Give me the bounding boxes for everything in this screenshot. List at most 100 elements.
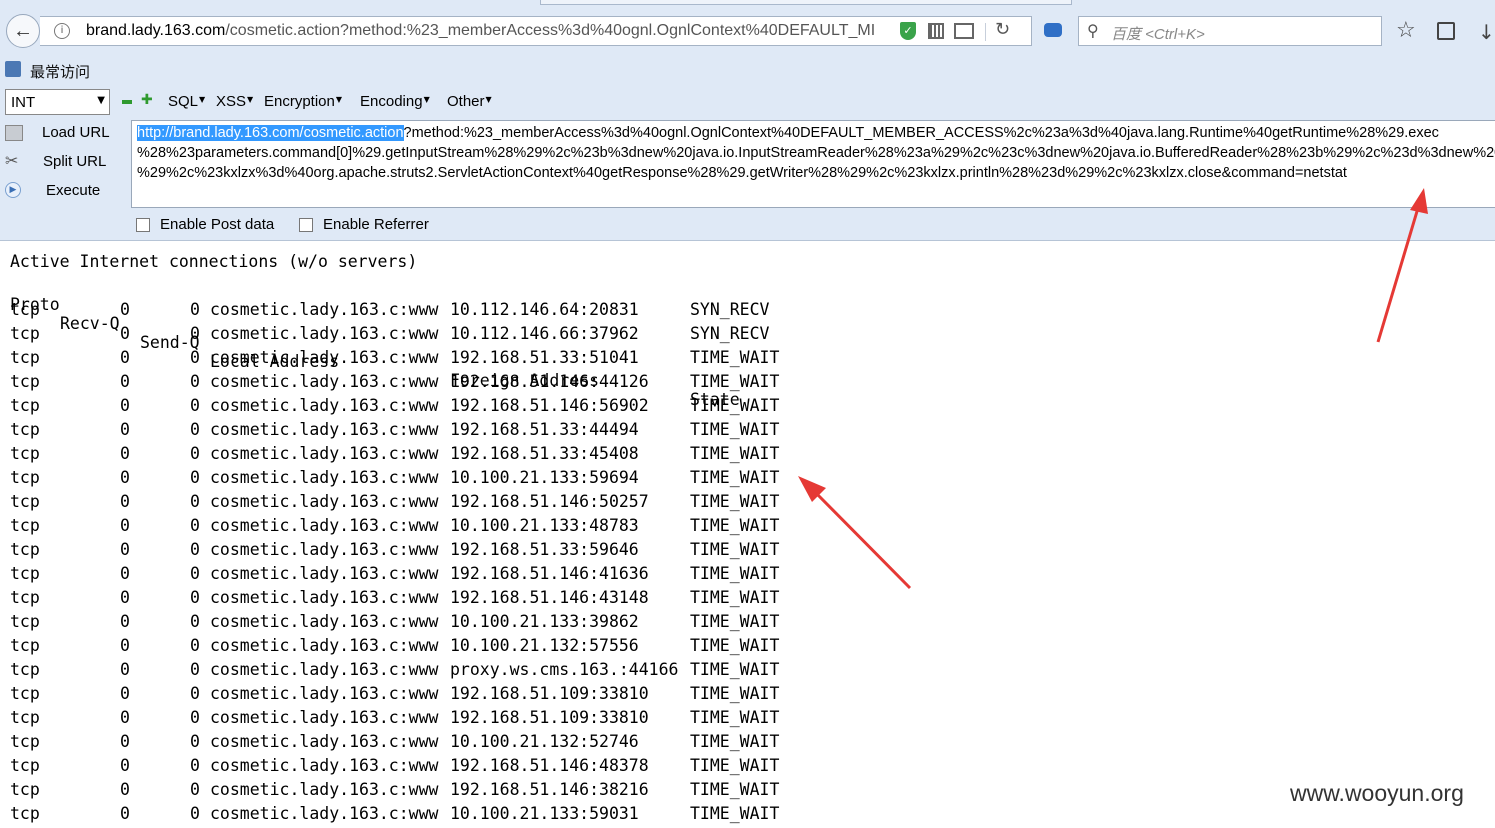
cell-local-address: cosmetic.lady.163.c:www	[210, 708, 439, 727]
menu-sql[interactable]: SQL▼	[168, 93, 205, 110]
enable-post-checkbox[interactable]: Enable Post data	[136, 216, 296, 236]
table-row: tcp 0 0 cosmetic.lady.163.c:www 192.168.51.3…	[10, 348, 810, 372]
table-row: tcp 0 0 cosmetic.lady.163.c:www 10.100.21.13…	[10, 468, 810, 492]
cell-recvq: 0	[120, 444, 130, 463]
type-select[interactable]: INT ▼	[5, 89, 110, 115]
cell-state: SYN_RECV	[690, 324, 770, 343]
cell-foreign-address: 10.100.21.132:52746	[450, 732, 639, 751]
cell-proto: tcp	[10, 348, 40, 367]
cell-recvq: 0	[120, 516, 130, 535]
cell-foreign-address: 10.112.146.66:37962	[450, 324, 639, 343]
cell-proto: tcp	[10, 444, 40, 463]
search-bar[interactable]: ⚲ 百度 <Ctrl+K>	[1078, 16, 1382, 46]
cell-state: TIME_WAIT	[690, 468, 780, 487]
cell-recvq: 0	[120, 588, 130, 607]
cell-proto: tcp	[10, 708, 40, 727]
url-path: /cosmetic.action?method:%23_memberAccess…	[225, 22, 876, 39]
cell-recvq: 0	[120, 348, 130, 367]
bookmark-star-icon[interactable]: ☆	[1396, 18, 1416, 43]
menu-xss[interactable]: XSS▼	[216, 93, 253, 110]
url-selection: http://brand.lady.163.com/cosmetic.actio…	[137, 125, 404, 141]
cell-foreign-address: 192.168.51.146:41636	[450, 564, 649, 583]
extension-icon[interactable]	[1044, 23, 1062, 37]
cell-sendq: 0	[190, 684, 200, 703]
cell-foreign-address: 192.168.51.146:48378	[450, 756, 649, 775]
cell-state: TIME_WAIT	[690, 540, 780, 559]
info-icon[interactable]: i	[54, 23, 70, 39]
address-bar[interactable]: i brand.lady.163.com/cosmetic.action?met…	[40, 16, 1032, 46]
cell-proto: tcp	[10, 612, 40, 631]
table-row: tcp 0 0 cosmetic.lady.163.c:www 192.168.51.1…	[10, 372, 810, 396]
table-row: tcp 0 0 cosmetic.lady.163.c:www 192.168.51.1…	[10, 780, 810, 804]
cell-foreign-address: 192.168.51.33:44494	[450, 420, 639, 439]
hackbar-toolbar: INT ▼ ✚ SQL▼ XSS▼ Encryption▼ Encoding▼ …	[0, 88, 1495, 116]
cell-sendq: 0	[190, 540, 200, 559]
cell-state: TIME_WAIT	[690, 756, 780, 775]
arrow-left-icon: ←	[13, 19, 33, 42]
cell-proto: tcp	[10, 468, 40, 487]
cell-proto: tcp	[10, 732, 40, 751]
reload-icon[interactable]: ↻	[995, 19, 1010, 40]
clipboard-icon[interactable]	[1437, 22, 1455, 40]
menu-other[interactable]: Other▼	[447, 93, 492, 110]
cell-foreign-address: 192.168.51.146:38216	[450, 780, 649, 799]
cell-recvq: 0	[120, 540, 130, 559]
address-text[interactable]: brand.lady.163.com/cosmetic.action?metho…	[86, 22, 876, 40]
cell-proto: tcp	[10, 588, 40, 607]
cell-sendq: 0	[190, 660, 200, 679]
plus-icon[interactable]: ✚	[141, 92, 153, 108]
table-row: tcp 0 0 cosmetic.lady.163.c:www 192.168.51.1…	[10, 396, 810, 420]
split-url-button[interactable]: ✂ Split URL	[5, 151, 125, 175]
cell-local-address: cosmetic.lady.163.c:www	[210, 348, 439, 367]
table-row: tcp 0 0 cosmetic.lady.163.c:www 192.168.51.1…	[10, 492, 810, 516]
search-icon: ⚲	[1087, 21, 1099, 40]
cell-state: TIME_WAIT	[690, 372, 780, 391]
shield-icon[interactable]: ✓	[900, 22, 916, 40]
cell-sendq: 0	[190, 516, 200, 535]
cell-foreign-address: 10.112.146.64:20831	[450, 300, 639, 319]
divider	[985, 23, 986, 41]
table-row: tcp 0 0 cosmetic.lady.163.c:www 192.168.51.1…	[10, 564, 810, 588]
referrer-checkbox-box[interactable]	[299, 218, 313, 232]
cell-recvq: 0	[120, 732, 130, 751]
cell-proto: tcp	[10, 420, 40, 439]
cell-state: TIME_WAIT	[690, 492, 780, 511]
cell-foreign-address: 192.168.51.33:45408	[450, 444, 639, 463]
load-url-icon	[5, 125, 23, 141]
cell-sendq: 0	[190, 612, 200, 631]
caret-icon: ▼	[423, 95, 430, 104]
menu-encoding[interactable]: Encoding▼	[360, 93, 430, 110]
reader-view-icon[interactable]	[954, 23, 974, 39]
cell-state: TIME_WAIT	[690, 732, 780, 751]
post-checkbox-box[interactable]	[136, 218, 150, 232]
cell-local-address: cosmetic.lady.163.c:www	[210, 636, 439, 655]
menu-xss-label: XSS	[216, 93, 247, 110]
download-icon[interactable]: ↓	[1478, 20, 1495, 44]
cell-local-address: cosmetic.lady.163.c:www	[210, 444, 439, 463]
url-line-2: %28%23parameters.command[0]%29.getInputS…	[137, 145, 1495, 161]
load-url-button[interactable]: Load URL	[5, 122, 125, 146]
cell-recvq: 0	[120, 468, 130, 487]
menu-encryption[interactable]: Encryption▼	[264, 93, 342, 110]
menu-encryption-label: Encryption	[264, 93, 335, 110]
qr-code-icon[interactable]	[928, 23, 944, 39]
table-row: tcp 0 0 cosmetic.lady.163.c:www 192.168.51.3…	[10, 540, 810, 564]
bookmark-most-visited[interactable]: 最常访问	[30, 61, 90, 82]
output-heading: Active Internet connections (w/o servers…	[10, 252, 418, 271]
cell-sendq: 0	[190, 732, 200, 751]
cell-state: TIME_WAIT	[690, 564, 780, 583]
cell-foreign-address: 192.168.51.109:33810	[450, 708, 649, 727]
cell-sendq: 0	[190, 564, 200, 583]
enable-referrer-checkbox[interactable]: Enable Referrer	[299, 216, 449, 236]
cell-sendq: 0	[190, 780, 200, 799]
cell-state: TIME_WAIT	[690, 348, 780, 367]
cell-proto: tcp	[10, 324, 40, 343]
url-textarea[interactable]: http://brand.lady.163.com/cosmetic.actio…	[131, 120, 1495, 208]
active-tab[interactable]	[540, 0, 1072, 5]
back-button[interactable]: ←	[6, 14, 40, 48]
minus-icon[interactable]	[122, 100, 132, 104]
execute-button[interactable]: ▶ Execute	[5, 180, 125, 204]
browser-chrome: ← i brand.lady.163.com/cosmetic.action?m…	[0, 0, 1495, 241]
table-row: tcp 0 0 cosmetic.lady.163.c:www 192.168.51.3…	[10, 444, 810, 468]
cell-recvq: 0	[120, 564, 130, 583]
